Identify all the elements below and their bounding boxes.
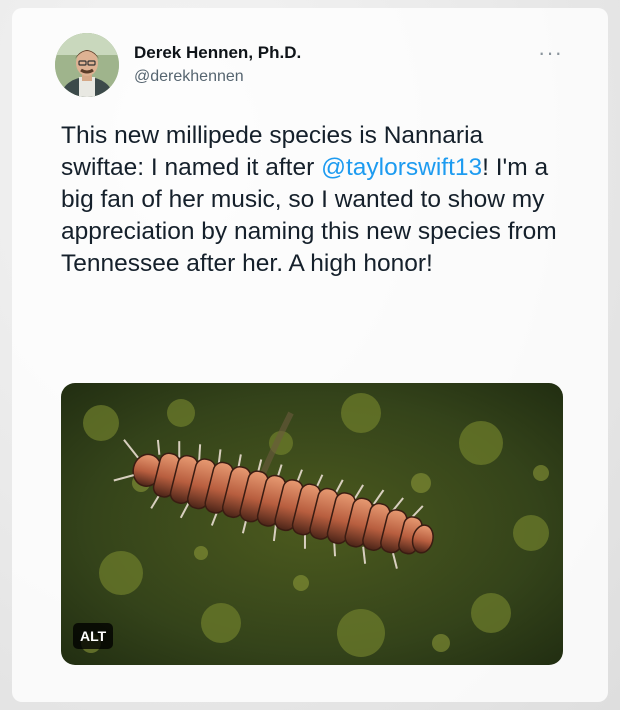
alt-text-badge[interactable]: ALT [73, 623, 114, 649]
avatar-photo-icon [55, 33, 119, 97]
more-options-icon[interactable]: ··· [538, 40, 563, 66]
author-avatar[interactable] [55, 33, 119, 97]
author-handle[interactable]: @derekhennen [134, 68, 244, 86]
mention-link[interactable]: @taylorswift13 [321, 154, 482, 181]
author-name[interactable]: Derek Hennen, Ph.D. [134, 43, 301, 63]
tweet-media[interactable] [61, 383, 563, 665]
millipede-photo-icon [61, 383, 563, 665]
tweet-text: This new millipede species is Nannaria s… [61, 120, 571, 280]
